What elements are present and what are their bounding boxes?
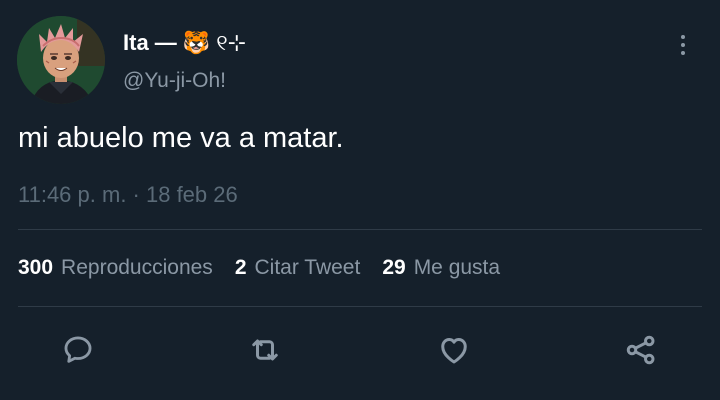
tweet-text: mi abuelo me va a matar. [18,122,344,154]
heart-icon[interactable] [434,330,474,370]
avatar-image [17,16,105,104]
name-suffix-symbols: ୧⊹ [216,30,247,56]
tiger-emoji-icon: 🐯 [182,30,211,56]
stat-views-count: 300 [18,256,54,279]
stat-likes[interactable]: 29 Me gusta [382,256,500,280]
stat-likes-count: 29 [382,256,406,279]
avatar[interactable] [17,16,105,104]
stat-views-label: Reproducciones [61,256,213,279]
stat-views[interactable]: 300 Reproducciones [18,256,213,280]
tweet-stats: 300 Reproducciones 2 Citar Tweet 29 Me g… [18,256,522,280]
stat-quotes[interactable]: 2 Citar Tweet [235,256,361,280]
share-icon[interactable] [621,330,661,370]
divider [18,306,702,307]
reply-icon[interactable] [58,330,98,370]
display-name: Ita — [123,30,177,55]
user-handle[interactable]: @Yu-ji-Oh! [123,69,226,93]
tweet-timestamp[interactable]: 11:46 p. m. · 18 feb 26 [18,182,238,208]
retweet-icon[interactable] [245,330,285,370]
tweet-actions [0,330,720,370]
divider [18,229,702,230]
more-vertical-icon[interactable] [672,30,694,60]
display-name-row[interactable]: Ita — 🐯 ୧⊹ [123,28,246,58]
stat-quotes-label: Citar Tweet [254,256,361,279]
stat-quotes-count: 2 [234,256,247,279]
stat-likes-label: Me gusta [413,256,501,279]
